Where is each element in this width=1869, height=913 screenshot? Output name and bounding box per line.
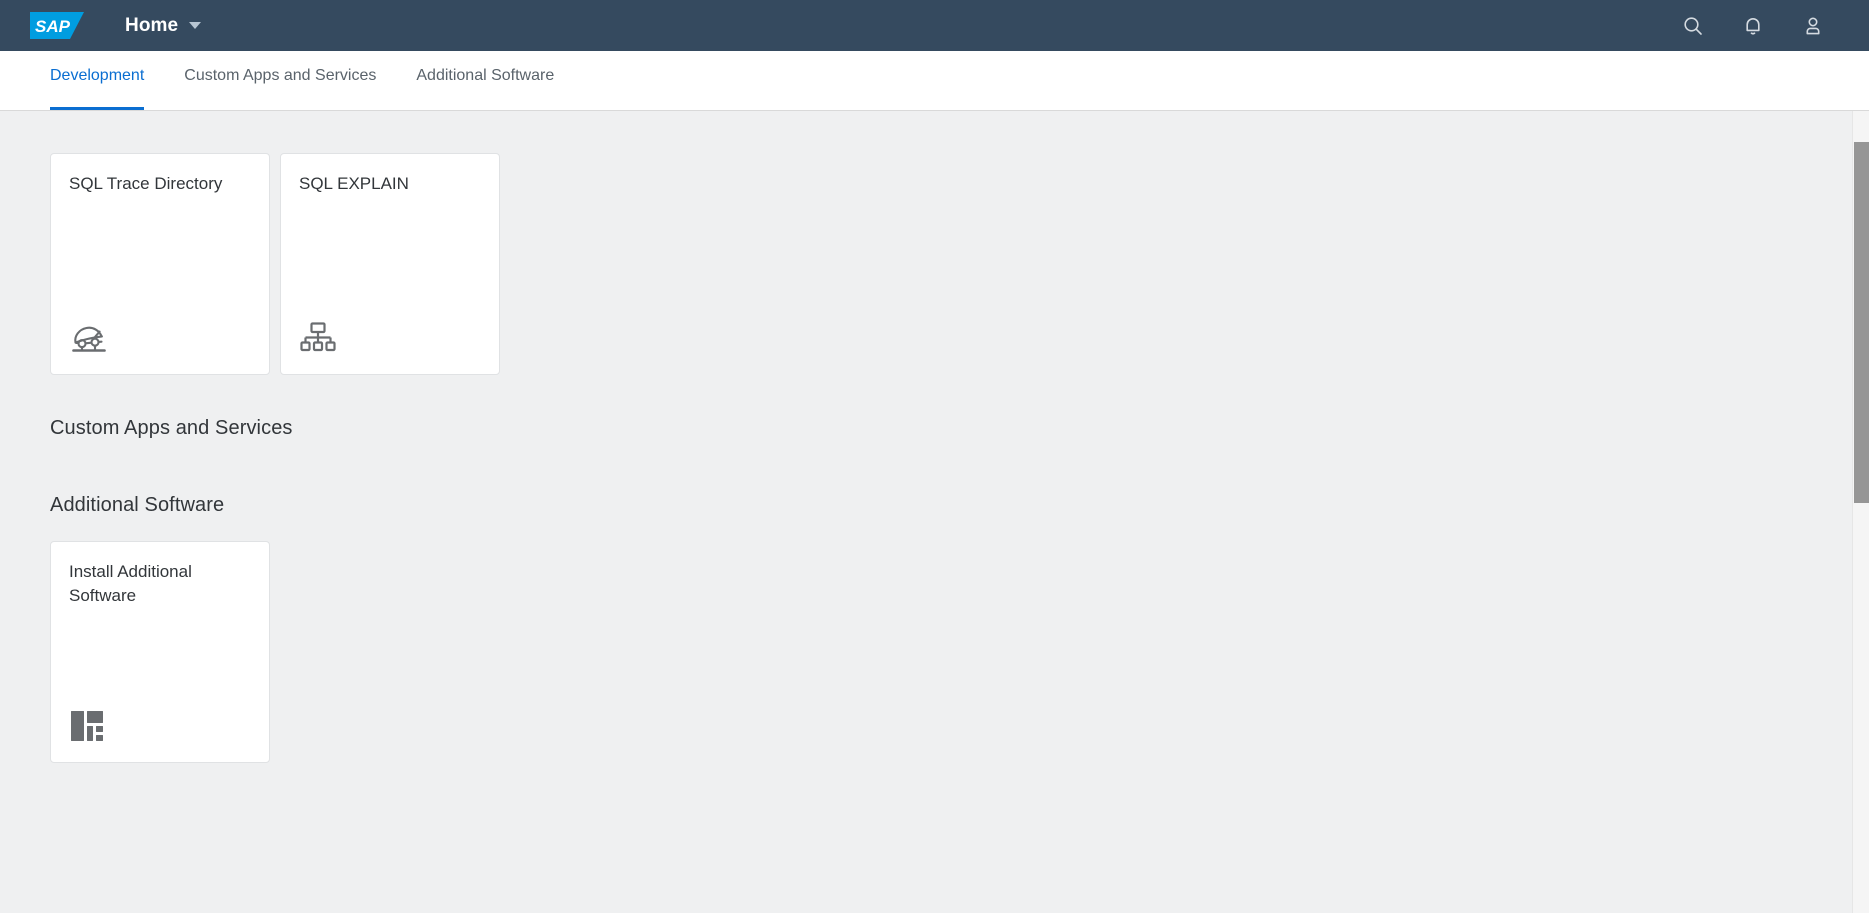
user-menu-button[interactable]	[1791, 4, 1835, 48]
tile-title: Install Additional Software	[69, 562, 192, 605]
tile-sql-trace-directory[interactable]: SQL Trace Directory	[50, 153, 270, 375]
tile-group-development: SQL Trace Directory SQL EXPLAIN	[50, 153, 1869, 375]
section-additional-software: Additional Software Install Additional S…	[0, 454, 1869, 763]
tile-group-additional-software: Install Additional Software	[50, 531, 1869, 763]
shell-header-left: SAP Home	[0, 0, 205, 51]
tile-install-additional-software[interactable]: Install Additional Software	[50, 541, 270, 763]
scrollbar-thumb[interactable]	[1854, 142, 1869, 503]
search-button[interactable]	[1671, 4, 1715, 48]
search-icon	[1682, 15, 1704, 37]
tab-additional-software[interactable]: Additional Software	[416, 50, 554, 110]
vertical-scrollbar[interactable]	[1852, 111, 1869, 913]
section-title: Additional Software	[50, 494, 225, 516]
tile-title: SQL EXPLAIN	[299, 174, 409, 193]
launchpad-content: SQL Trace Directory SQL EXPLAIN Custom A…	[0, 111, 1869, 913]
user-avatar-icon	[1802, 15, 1824, 37]
home-menu-button[interactable]: Home	[121, 0, 205, 51]
chevron-down-icon	[189, 22, 202, 29]
tab-label: Development	[50, 67, 145, 84]
svg-text:SAP: SAP	[35, 17, 71, 36]
notifications-button[interactable]	[1731, 4, 1775, 48]
section-development: SQL Trace Directory SQL EXPLAIN	[0, 111, 1869, 375]
shell-header: SAP Home	[0, 0, 1869, 51]
sap-logo[interactable]: SAP	[30, 12, 84, 39]
tab-label: Additional Software	[416, 67, 555, 84]
shell-header-actions	[1655, 0, 1869, 51]
home-title: Home	[125, 14, 179, 36]
modules-icon	[69, 706, 109, 746]
tab-custom-apps-and-services[interactable]: Custom Apps and Services	[184, 50, 376, 110]
section-custom-apps-and-services: Custom Apps and Services	[0, 375, 1869, 454]
tab-label: Custom Apps and Services	[184, 67, 377, 84]
tab-development[interactable]: Development	[50, 50, 145, 110]
bell-icon	[1742, 15, 1764, 37]
page-tabbar: Development Custom Apps and Services Add…	[0, 51, 1869, 111]
org-chart-icon	[299, 318, 339, 358]
tile-title: SQL Trace Directory	[69, 174, 223, 193]
tile-sql-explain[interactable]: SQL EXPLAIN	[280, 153, 500, 375]
tab-list: Development Custom Apps and Services Add…	[0, 50, 594, 110]
section-title: Custom Apps and Services	[50, 417, 293, 439]
car-icon	[69, 318, 109, 358]
